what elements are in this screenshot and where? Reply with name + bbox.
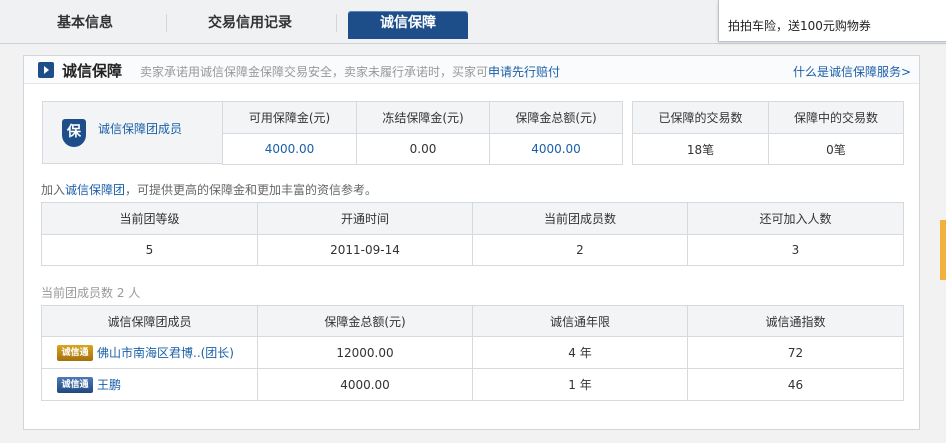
- group-info-table: 当前团等级 开通时间 当前团成员数 还可加入人数 5 2011-09-14 2 …: [41, 202, 904, 266]
- group-level-header: 当前团等级: [41, 202, 258, 235]
- chengxintong-badge-icon: 诚信通: [57, 344, 93, 361]
- open-date-value: 2011-09-14: [257, 234, 473, 266]
- pending-trades-value: 0笔: [768, 133, 904, 165]
- trades-table: 已保障的交易数 保障中的交易数 18笔 0笔: [632, 101, 904, 165]
- member-name-cell: 诚信通 王鹏: [41, 368, 258, 401]
- pending-trades-header: 保障中的交易数: [768, 101, 904, 134]
- member-total-value: 4000.00: [257, 368, 473, 401]
- protected-trades-header: 已保障的交易数: [632, 101, 769, 134]
- available-deposit-header: 可用保障金(元): [222, 101, 357, 134]
- table-row: 诚信通 佛山市南海区君博..(团长) 12000.00 4 年 72: [41, 336, 904, 369]
- member-name-cell: 诚信通 佛山市南海区君博..(团长): [41, 336, 258, 369]
- what-is-guarantee-link[interactable]: 什么是诚信保障服务>: [793, 63, 911, 80]
- group-level-value: 5: [41, 234, 258, 266]
- member-index-value: 46: [687, 368, 904, 401]
- member-years-value: 1 年: [472, 368, 688, 401]
- available-deposit-value[interactable]: 4000.00: [222, 133, 357, 165]
- tab-credit-record[interactable]: 交易信用记录: [190, 11, 310, 39]
- guarantee-member-box: 保 诚信保障团成员: [42, 101, 223, 164]
- promo-banner[interactable]: 拍拍车险，送100元购物券: [718, 0, 946, 42]
- total-deposit-header: 保障金总额(元): [489, 101, 623, 134]
- scroll-indicator[interactable]: [940, 220, 946, 280]
- members-count-text: 当前团成员数 2 人: [41, 286, 141, 300]
- member-name-link[interactable]: 佛山市南海区君博..(团长): [97, 346, 234, 360]
- member-index-header: 诚信通指数: [687, 305, 904, 337]
- panel-description: 卖家承诺用诚信保障金保障交易安全，卖家未履行承诺时，买家可申请先行赔付: [140, 63, 560, 80]
- remaining-slots-header: 还可加入人数: [687, 202, 904, 235]
- join-group-text: 加入诚信保障团，可提供更高的保障金和更加丰富的资信参考。: [41, 181, 377, 198]
- join-prefix: 加入: [41, 183, 66, 197]
- guarantee-amount-table: 可用保障金(元) 冻结保障金(元) 保障金总额(元) 4000.00 0.00 …: [222, 101, 623, 165]
- shield-icon: 保: [62, 119, 86, 147]
- members-table: 诚信保障团成员 保障金总额(元) 诚信通年限 诚信通指数 诚信通 佛山市南海区君博…: [41, 305, 904, 401]
- remaining-slots-value: 3: [687, 234, 904, 266]
- member-years-value: 4 年: [472, 336, 688, 369]
- frozen-deposit-value: 0.00: [356, 133, 490, 165]
- chengxintong-badge-icon: 诚信通: [57, 376, 93, 393]
- join-group-link[interactable]: 诚信保障团: [65, 183, 125, 197]
- protected-trades-value: 18笔: [632, 133, 769, 165]
- tab-basic-info[interactable]: 基本信息: [30, 11, 140, 39]
- member-total-value: 12000.00: [257, 336, 473, 369]
- panel-title: 诚信保障: [62, 62, 123, 80]
- member-index-value: 72: [687, 336, 904, 369]
- table-row: 诚信通 王鹏 4000.00 1 年 46: [41, 368, 904, 401]
- tab-divider: [336, 14, 337, 32]
- apply-compensation-link[interactable]: 申请先行赔付: [488, 65, 560, 79]
- open-date-header: 开通时间: [257, 202, 473, 235]
- frozen-deposit-header: 冻结保障金(元): [356, 101, 490, 134]
- description-text: 卖家承诺用诚信保障金保障交易安全，卖家未履行承诺时，买家可: [140, 65, 489, 79]
- guarantee-panel: 诚信保障 卖家承诺用诚信保障金保障交易安全，卖家未履行承诺时，买家可申请先行赔付…: [23, 55, 920, 430]
- member-name-header: 诚信保障团成员: [41, 305, 258, 337]
- total-deposit-value[interactable]: 4000.00: [489, 133, 623, 165]
- join-suffix: ，可提供更高的保障金和更加丰富的资信参考。: [125, 183, 378, 197]
- arrow-right-icon: [38, 62, 54, 78]
- member-name-link[interactable]: 王鹏: [97, 378, 121, 392]
- tab-divider: [166, 14, 167, 32]
- member-total-header: 保障金总额(元): [257, 305, 473, 337]
- member-count-value: 2: [472, 234, 688, 266]
- guarantee-member-link[interactable]: 诚信保障团成员: [98, 120, 182, 137]
- tab-integrity-guarantee[interactable]: 诚信保障: [348, 11, 468, 39]
- member-count-header: 当前团成员数: [472, 202, 688, 235]
- member-years-header: 诚信通年限: [472, 305, 688, 337]
- panel-header: 诚信保障 卖家承诺用诚信保障金保障交易安全，卖家未履行承诺时，买家可申请先行赔付…: [24, 56, 919, 84]
